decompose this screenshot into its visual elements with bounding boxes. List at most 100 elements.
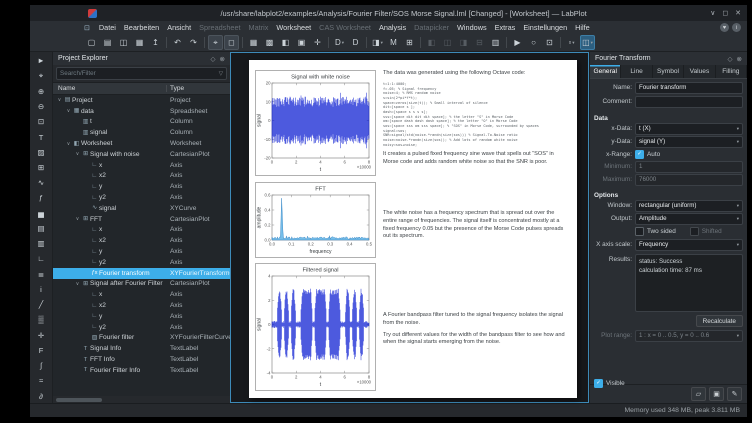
tree-row-fourier-filter-info-textlabel[interactable]: TFourier Filter InfoTextLabel xyxy=(53,365,230,376)
tree-row-y2-axis[interactable]: ∟y2Axis xyxy=(53,322,230,333)
menu-extras[interactable]: Extras xyxy=(491,23,520,32)
new-datapicker-icon[interactable]: ✛ xyxy=(310,35,325,50)
magnification-icon[interactable]: ◫▾ xyxy=(580,35,595,50)
column-header-name[interactable]: Name xyxy=(53,85,167,92)
tree-row-signal-after-fourier-filter-cartesianplot[interactable]: ∨⊞Signal after Fourier FilterCartesianPl… xyxy=(53,279,230,290)
select-tool-icon[interactable]: ► xyxy=(33,54,50,68)
tree-row-y-axis[interactable]: ∟yAxis xyxy=(53,311,230,322)
tree-row-worksheet-worksheet[interactable]: ∨◧WorksheetWorksheet xyxy=(53,138,230,149)
add-barchart-tool-icon[interactable]: ▥ xyxy=(33,237,50,251)
menu-hilfe[interactable]: Hilfe xyxy=(571,23,594,32)
tab-line[interactable]: Line xyxy=(621,65,652,78)
edit-template-icon[interactable]: ✎ xyxy=(727,387,742,401)
tree-row-x-axis[interactable]: ∟xAxis xyxy=(53,289,230,300)
tree-row-x-axis[interactable]: ∟xAxis xyxy=(53,160,230,171)
add-plot-icon[interactable]: ◨▾ xyxy=(370,35,385,50)
menu-ansicht[interactable]: Ansicht xyxy=(163,23,195,32)
menu-datei[interactable]: Datei xyxy=(95,23,120,32)
tree-row-fft-cartesianplot[interactable]: ∨⊞FFTCartesianPlot xyxy=(53,214,230,225)
minimum-input[interactable]: 1 xyxy=(635,161,743,173)
plot-filtered-signal[interactable]: Filtered signal420-2-402468tsignal×10000 xyxy=(255,263,376,391)
tree-row-x2-axis[interactable]: ∟x2Axis xyxy=(53,171,230,182)
tree-horizontal-scrollbar[interactable] xyxy=(53,396,230,403)
add-grid-icon[interactable]: ⊞ xyxy=(402,35,417,50)
tab-filling[interactable]: Filling xyxy=(716,65,747,78)
maximize-button[interactable]: ◻ xyxy=(722,9,728,17)
zoom-fit-icon[interactable]: ⊡ xyxy=(542,35,557,50)
tree-row-x2-axis[interactable]: ∟x2Axis xyxy=(53,235,230,246)
filter-icon[interactable]: ▽ xyxy=(219,71,223,77)
window-menu-icon[interactable]: ⊡ xyxy=(84,24,90,32)
float-panel-icon[interactable]: ◇ xyxy=(211,55,216,63)
donate-icon[interactable]: ♥ xyxy=(720,23,729,32)
new-project-icon[interactable]: ▢ xyxy=(84,35,99,50)
tree-row-t-column[interactable]: ▥tColumn xyxy=(53,117,230,128)
add-fit-icon[interactable]: M xyxy=(386,35,401,50)
tree-row-y-axis[interactable]: ∟yAxis xyxy=(53,246,230,257)
plot-range-combobox[interactable]: 1 : x = 0 .. 0.5, y = 0 .. 0.6▾ xyxy=(635,330,743,342)
window-combobox[interactable]: rectangular (uniform)▾ xyxy=(635,200,743,212)
add-info-element-tool-icon[interactable]: i xyxy=(33,283,50,297)
reset-zoom-icon[interactable]: ○ xyxy=(526,35,541,50)
worksheet-view[interactable]: Signal with white noise20100-10-2002468t… xyxy=(230,52,589,403)
tree-row-x-axis[interactable]: ∟xAxis xyxy=(53,225,230,236)
fit-curve-tool-icon[interactable]: F xyxy=(33,343,50,357)
new-worksheet-icon[interactable]: ◧ xyxy=(278,35,293,50)
save-project-icon[interactable]: ◫ xyxy=(116,35,131,50)
auto-checkbox[interactable]: ✓ xyxy=(635,150,644,159)
zoom-select-tool-icon[interactable]: ⊡ xyxy=(33,115,50,129)
expander-icon[interactable]: ∨ xyxy=(74,216,81,222)
tree-row-y2-axis[interactable]: ∟y2Axis xyxy=(53,257,230,268)
zoom-preset-icon[interactable]: ▫▾ xyxy=(564,35,579,50)
export-icon[interactable]: ↥ xyxy=(148,35,163,50)
float-dock-icon[interactable]: ◇ xyxy=(728,55,733,63)
differentiate-tool-icon[interactable]: ∂ xyxy=(33,389,50,403)
add-boxplot-tool-icon[interactable]: ▤ xyxy=(33,222,50,236)
tree-row-y-axis[interactable]: ∟yAxis xyxy=(53,181,230,192)
redo-icon[interactable]: ↷ xyxy=(186,35,201,50)
tree-row-signal-column[interactable]: ▥signalColumn xyxy=(53,127,230,138)
add-equation-curve-tool-icon[interactable]: ƒ xyxy=(33,191,50,205)
text-label-signal-info[interactable]: The data was generated using the followi… xyxy=(383,70,569,171)
two-sided-checkbox[interactable] xyxy=(635,227,644,236)
plot-signal-with-white-noise[interactable]: Signal with white noise20100-10-2002468t… xyxy=(255,70,376,176)
fourier-transform-tool-icon[interactable]: ∫ xyxy=(33,359,50,373)
custom-point-tool-icon[interactable]: ✛ xyxy=(33,328,50,342)
load-template-icon[interactable]: ▱ xyxy=(691,387,706,401)
add-image-tool-icon[interactable]: ▨ xyxy=(33,145,50,159)
add-xy-curve-tool-icon[interactable]: ∿ xyxy=(33,176,50,190)
menu-windows[interactable]: Windows xyxy=(453,23,491,32)
navigate-mode-icon[interactable]: ⌖ xyxy=(208,35,223,50)
tree-row-project-project[interactable]: ∨▤ProjectProject xyxy=(53,95,230,106)
x-axis-scale-combobox[interactable]: Frequency▾ xyxy=(635,239,743,251)
open-project-icon[interactable]: ▤ xyxy=(100,35,115,50)
add-legend-tool-icon[interactable]: ≣ xyxy=(33,267,50,281)
column-header-type[interactable]: Type xyxy=(167,85,230,92)
new-spreadsheet-icon[interactable]: ▦ xyxy=(246,35,261,50)
maximum-input[interactable]: 76000 xyxy=(635,174,743,186)
visible-label[interactable]: Visible xyxy=(606,380,625,387)
text-label-filter-info[interactable]: A Fourier bandpass filter tuned to the s… xyxy=(383,312,569,351)
add-histogram-tool-icon[interactable]: ▅ xyxy=(33,206,50,220)
expander-icon[interactable]: ∨ xyxy=(74,281,81,287)
tree-row-fft-info-textlabel[interactable]: TFFT InfoTextLabel xyxy=(53,354,230,365)
name-input[interactable]: Fourier transform xyxy=(635,82,743,94)
zoom-select-mode-icon[interactable]: ◻ xyxy=(224,35,239,50)
zoom-out-tool-icon[interactable]: ⊖ xyxy=(33,100,50,114)
minimize-button[interactable]: ∨ xyxy=(710,9,715,17)
add-text-label-tool-icon[interactable]: T xyxy=(33,130,50,144)
tree-row-signal-info-textlabel[interactable]: TSignal InfoTextLabel xyxy=(53,343,230,354)
tree-row-fourier-filter-xyfourierfiltercurve[interactable]: ▨Fourier filterXYFourierFilterCurve xyxy=(53,333,230,344)
new-matrix-icon[interactable]: ▩ xyxy=(262,35,277,50)
zoom-in-tool-icon[interactable]: ⊕ xyxy=(33,84,50,98)
tree-row-fourier-transform-xyfouriertransformcurve[interactable]: ƒxFourier transformXYFourierTransformCur… xyxy=(53,268,230,279)
close-panel-icon[interactable]: ⊗ xyxy=(220,55,225,63)
add-axis-tool-icon[interactable]: ∟ xyxy=(33,252,50,266)
plot-fft[interactable]: FFT0.60.40.20.00.00.10.20.30.40.5frequen… xyxy=(255,182,376,258)
tree-row-data-spreadsheet[interactable]: ∨▦dataSpreadsheet xyxy=(53,106,230,117)
comment-input[interactable] xyxy=(635,96,743,108)
crosshair-tool-icon[interactable]: ⌖ xyxy=(33,69,50,83)
menu-analysis[interactable]: Analysis xyxy=(375,23,410,32)
tree-row-x2-axis[interactable]: ∟x2Axis xyxy=(53,300,230,311)
save-template-icon[interactable]: ▣ xyxy=(709,387,724,401)
